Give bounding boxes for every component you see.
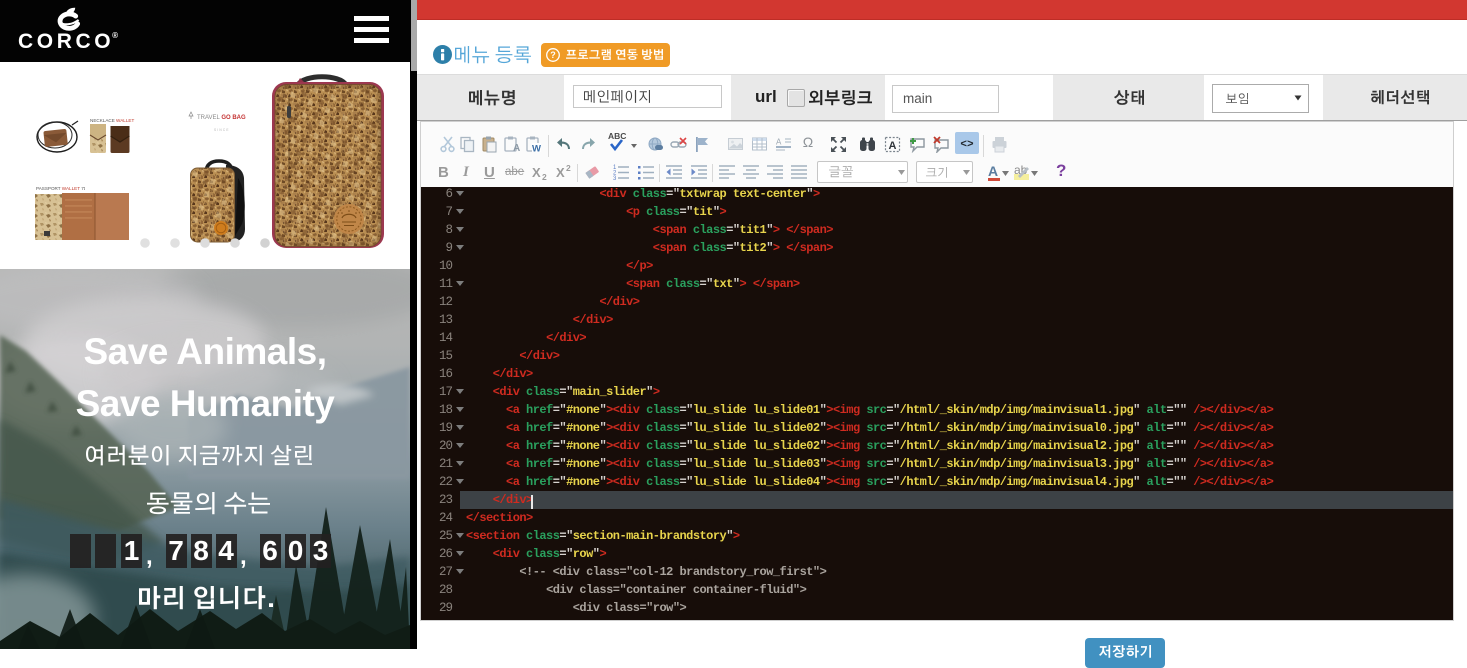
- svg-text:Ω: Ω: [803, 134, 813, 150]
- svg-text:NECKLACE WALLET: NECKLACE WALLET: [90, 118, 134, 123]
- svg-text:A: A: [776, 137, 782, 146]
- svg-text:?: ?: [550, 50, 556, 60]
- svg-text:A: A: [889, 140, 897, 152]
- svg-text:W: W: [532, 143, 541, 153]
- svg-text:A: A: [513, 143, 520, 153]
- svg-text:ABC: ABC: [608, 131, 626, 141]
- svg-text:3: 3: [613, 176, 617, 180]
- svg-text:TRAVEL GO BAG: TRAVEL GO BAG: [197, 115, 246, 121]
- svg-text:PASSPORT WALLET 7t: PASSPORT WALLET 7t: [36, 186, 86, 191]
- svg-text:<>: <>: [960, 139, 974, 150]
- svg-text:SINCE: SINCE: [214, 128, 230, 132]
